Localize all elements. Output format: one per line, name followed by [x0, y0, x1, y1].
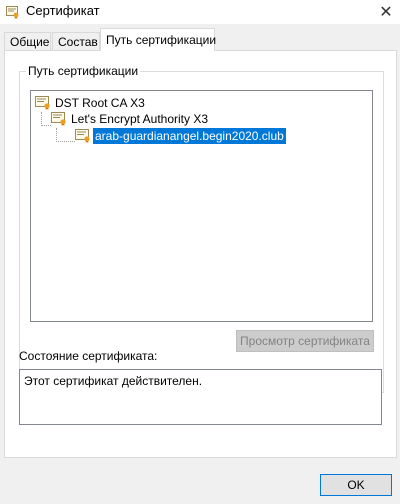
- certificate-status-label: Состояние сертификата:: [19, 349, 158, 363]
- certification-path-tree[interactable]: DST Root CA X3 Let's Encrypt Authority X…: [30, 90, 373, 322]
- close-icon: ✕: [379, 4, 393, 21]
- certificate-status-text[interactable]: Этот сертификат действителен.: [19, 369, 382, 425]
- ok-button[interactable]: OK: [320, 474, 392, 496]
- tree-connector: [41, 112, 51, 126]
- title-bar: Сертификат ✕: [0, 0, 400, 24]
- tree-node-label: Let's Encrypt Authority X3: [71, 112, 209, 126]
- certificate-icon: [6, 6, 19, 19]
- close-button[interactable]: ✕: [372, 0, 400, 24]
- certificate-icon: [75, 129, 90, 143]
- tab-general[interactable]: Общие: [4, 32, 51, 50]
- tree-node-label: arab-guardianangel.begin2020.club: [93, 128, 286, 144]
- tree-node-label: DST Root CA X3: [55, 96, 145, 110]
- group-label: Путь сертификации: [26, 64, 141, 78]
- certificate-icon: [35, 96, 50, 110]
- tab-panel: Путь сертификации DST Root CA X3 Let's E…: [4, 50, 397, 458]
- tab-details[interactable]: Состав: [52, 32, 100, 50]
- window-title: Сертификат: [26, 3, 100, 18]
- certification-path-group: Путь сертификации DST Root CA X3 Let's E…: [19, 64, 384, 393]
- tree-connector: [56, 128, 75, 142]
- certificate-icon: [51, 112, 66, 126]
- tab-certification-path[interactable]: Путь сертификации: [100, 28, 216, 51]
- view-certificate-button[interactable]: Просмотр сертификата: [236, 330, 374, 352]
